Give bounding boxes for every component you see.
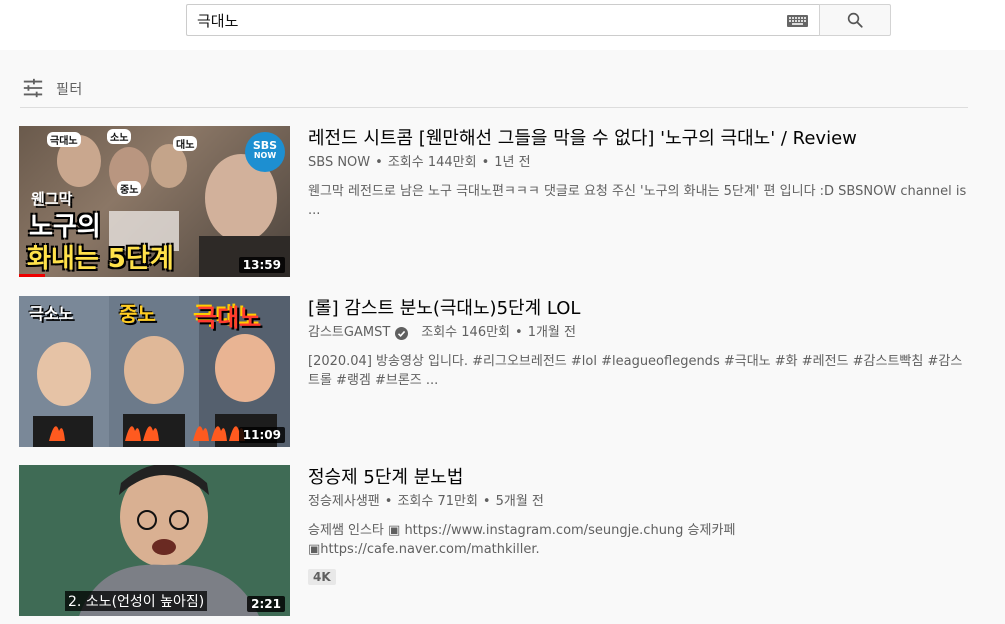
video-title[interactable]: 레전드 시트콤 [웬만해선 그들을 막을 수 없다] '노구의 극대노' / R… bbox=[308, 126, 968, 152]
video-description: 승제쌤 인스타 ▣ https://www.instagram.com/seun… bbox=[308, 523, 736, 557]
search-input[interactable] bbox=[197, 10, 777, 30]
separator-dot: • bbox=[375, 155, 383, 170]
thumb-caption: 중노 bbox=[119, 302, 156, 326]
video-description: [2020.04] 방송영상 입니다. #리그오브레전드 #lol #leagu… bbox=[308, 354, 963, 388]
verified-icon bbox=[395, 326, 409, 340]
channel-name[interactable]: SBS NOW bbox=[308, 154, 370, 172]
video-meta: 정승제 5단계 분노법 정승제사생팬 • 조회수 71만회 • 5개월 전 승제… bbox=[308, 465, 968, 585]
video-duration: 11:09 bbox=[238, 427, 285, 443]
view-count: 조회수 144만회 bbox=[387, 155, 477, 170]
view-count: 조회수 71만회 bbox=[397, 494, 478, 509]
keyboard-icon[interactable] bbox=[787, 15, 808, 27]
upload-age: 1년 전 bbox=[494, 155, 531, 170]
video-byline: SBS NOW • 조회수 144만회 • 1년 전 bbox=[308, 154, 968, 172]
video-meta: 레전드 시트콤 [웬만해선 그들을 막을 수 없다] '노구의 극대노' / R… bbox=[308, 126, 968, 220]
separator-dot: • bbox=[384, 494, 393, 509]
video-title[interactable]: [롤] 감스트 분노(극대노)5단계 LOL bbox=[308, 296, 968, 322]
search-icon bbox=[847, 12, 863, 28]
video-duration: 13:59 bbox=[238, 257, 285, 273]
quality-badge: 4K bbox=[308, 569, 336, 585]
separator-dot: • bbox=[515, 325, 523, 340]
video-meta: [롤] 감스트 분노(극대노)5단계 LOL 감스트GAMST 조회수 146만… bbox=[308, 296, 968, 390]
video-byline: 정승제사생팬 • 조회수 71만회 • 5개월 전 bbox=[308, 493, 968, 511]
thumb-tag: 소노 bbox=[107, 129, 132, 144]
filter-icon[interactable] bbox=[22, 77, 44, 99]
thumb-caption: 화내는 5단계 bbox=[27, 244, 174, 274]
thumb-caption: 극대노 bbox=[195, 304, 262, 332]
channel-name[interactable]: 정승제사생팬 bbox=[308, 493, 380, 511]
video-thumbnail[interactable]: 2. 소노(언성이 높아짐) 2:21 bbox=[19, 465, 290, 616]
separator-dot: • bbox=[482, 494, 491, 509]
filter-label[interactable]: 필터 bbox=[56, 79, 83, 99]
video-thumbnail[interactable]: 극대노 소노 대노 중노 웬그막 노구의 화내는 5단계 SBS NOW 13:… bbox=[19, 126, 290, 277]
video-thumbnail[interactable]: 극소노 중노 극대노 11:09 bbox=[19, 296, 290, 447]
search-button[interactable] bbox=[819, 4, 891, 36]
thumb-tag: 극대노 bbox=[47, 132, 81, 147]
upload-age: 5개월 전 bbox=[495, 494, 544, 509]
search-box bbox=[186, 4, 820, 36]
channel-name[interactable]: 감스트GAMST bbox=[308, 324, 390, 342]
thumb-tag: 중노 bbox=[117, 181, 142, 196]
thumb-caption: 극소노 bbox=[29, 304, 74, 323]
video-duration: 2:21 bbox=[247, 596, 285, 612]
video-description: 웬그막 레전드로 남은 노구 극대노편ㅋㅋㅋ 댓글로 요청 주신 '노구의 화내… bbox=[308, 184, 967, 218]
video-title[interactable]: 정승제 5단계 분노법 bbox=[308, 465, 968, 491]
thumb-tag: 대노 bbox=[173, 136, 198, 151]
view-count: 조회수 146만회 bbox=[421, 325, 511, 340]
separator-dot: • bbox=[481, 155, 490, 170]
channel-logo: SBS NOW bbox=[245, 132, 285, 172]
video-byline: 감스트GAMST 조회수 146만회 • 1개월 전 bbox=[308, 324, 968, 342]
masthead bbox=[0, 0, 1005, 50]
filter-row: 필터 bbox=[20, 74, 968, 108]
thumb-subtitle: 2. 소노(언성이 높아짐) bbox=[65, 591, 208, 611]
upload-age: 1개월 전 bbox=[527, 325, 576, 340]
